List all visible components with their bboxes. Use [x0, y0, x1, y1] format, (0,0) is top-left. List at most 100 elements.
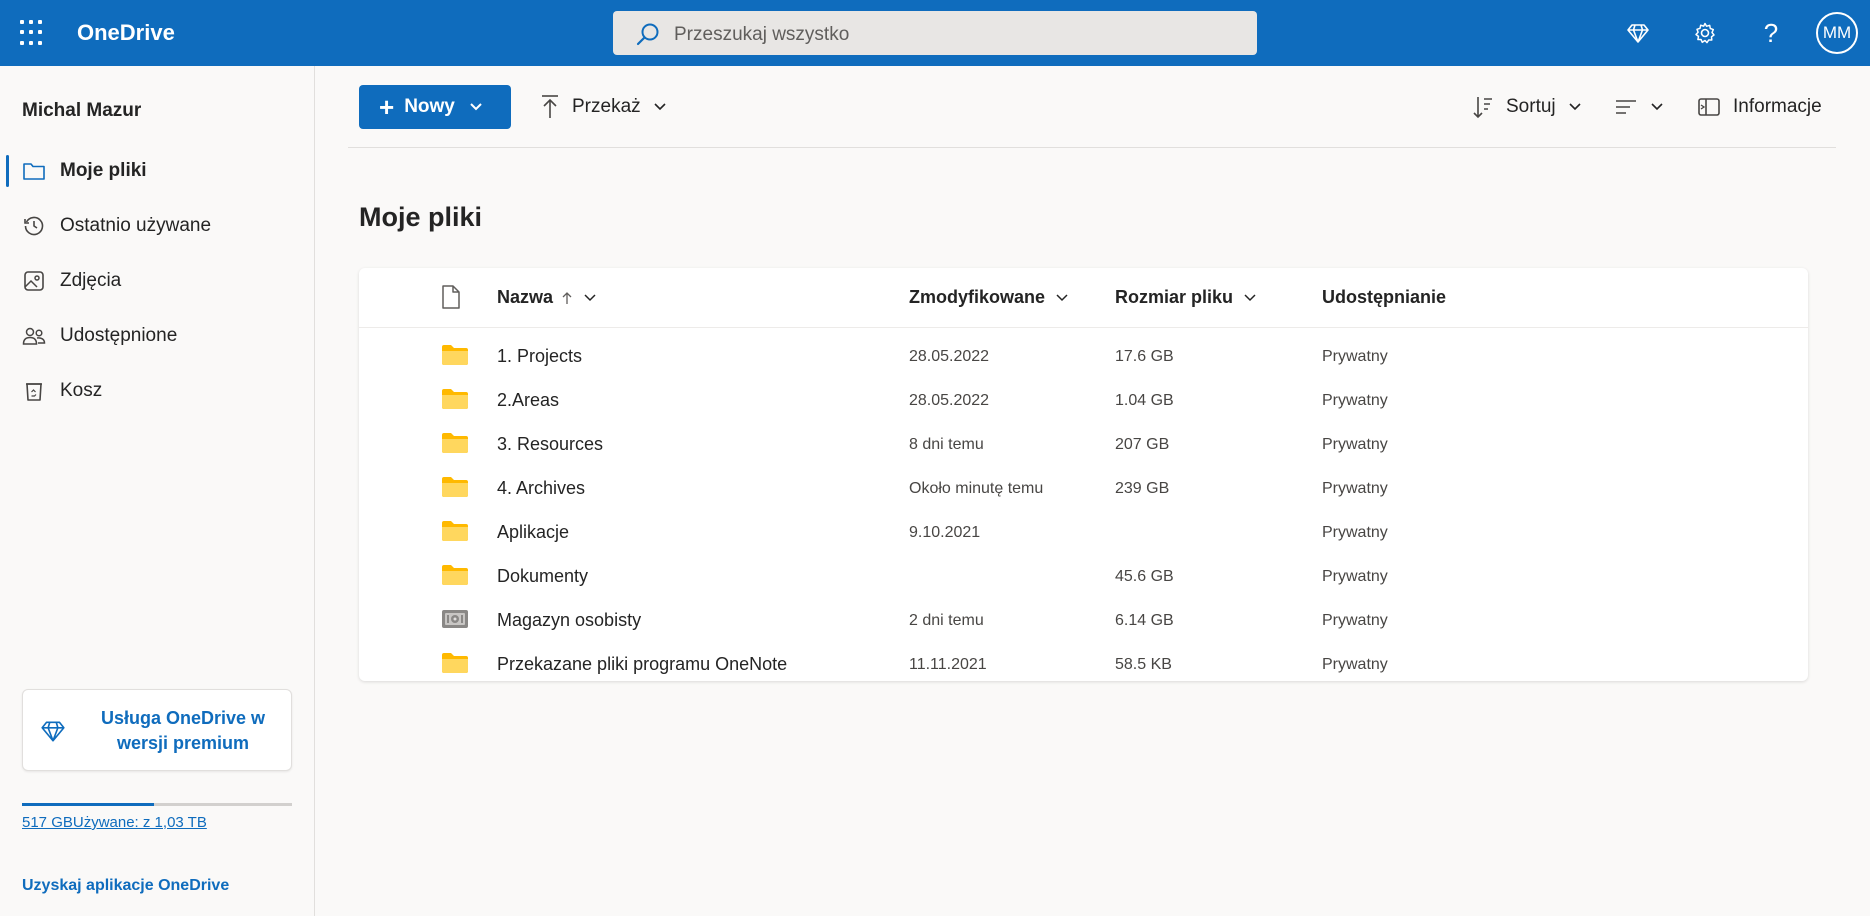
diamond-icon	[41, 721, 65, 742]
file-sharing: Prywatny	[1322, 392, 1388, 409]
file-size: 58.5 KB	[1115, 656, 1172, 673]
file-sharing: Prywatny	[1322, 524, 1388, 541]
file-modified: 8 dni temu	[909, 436, 984, 453]
sidebar-item-label: Ostatnio używane	[60, 215, 212, 236]
folder-icon	[20, 157, 48, 185]
file-modified: Około minutę temu	[909, 480, 1044, 497]
chevron-down-icon	[584, 293, 596, 301]
history-icon	[20, 212, 48, 240]
file-size: 1.04 GB	[1115, 392, 1174, 409]
sidebar-item-photos[interactable]: Zdjęcia	[6, 259, 306, 303]
file-sharing: Prywatny	[1322, 348, 1388, 365]
column-size-label: Rozmiar pliku	[1115, 287, 1234, 307]
photo-icon	[20, 267, 48, 295]
premium-diamond-icon[interactable]	[1621, 16, 1655, 50]
file-name[interactable]: 1. Projects	[497, 346, 582, 367]
chevron-down-icon	[470, 103, 482, 111]
file-sharing: Prywatny	[1322, 612, 1388, 629]
file-modified: 28.05.2022	[909, 348, 990, 365]
file-name[interactable]: 4. Archives	[497, 478, 585, 499]
sidebar-item-shared[interactable]: Udostępnione	[6, 314, 306, 358]
table-row[interactable]: 1. Projects 28.05.2022 17.6 GB Prywatny	[359, 334, 1808, 378]
column-header-sharing[interactable]: Udostępnianie	[1322, 287, 1446, 308]
sidebar-item-label: Udostępnione	[60, 325, 178, 346]
chevron-down-icon	[654, 103, 666, 111]
settings-gear-icon[interactable]	[1688, 16, 1722, 50]
info-pane-icon	[1698, 98, 1720, 116]
folder-icon	[441, 388, 469, 415]
folder-icon	[441, 432, 469, 459]
folder-icon	[441, 652, 469, 679]
chevron-down-icon	[1244, 293, 1256, 301]
table-row[interactable]: 4. Archives Około minutę temu 239 GB Prywat…	[359, 466, 1808, 510]
file-size: 45.6 GB	[1115, 568, 1174, 585]
chevron-down-icon	[1651, 103, 1663, 111]
file-name[interactable]: Aplikacje	[497, 522, 569, 543]
upload-icon	[542, 95, 558, 118]
file-name[interactable]: Magazyn osobisty	[497, 610, 641, 631]
file-name[interactable]: Dokumenty	[497, 566, 588, 587]
upload-label: Przekaż	[572, 96, 641, 117]
table-row[interactable]: Dokumenty 45.6 GB Prywatny	[359, 554, 1808, 598]
sidebar-item-my-files[interactable]: Moje pliki	[6, 149, 306, 193]
file-name[interactable]: 3. Resources	[497, 434, 603, 455]
search-box[interactable]: Przeszukaj wszystko	[613, 11, 1257, 55]
premium-upsell-button[interactable]: Usługa OneDrive w wersji premium	[22, 689, 292, 771]
column-modified-label: Zmodyfikowane	[909, 287, 1046, 307]
file-list-header: Nazwa Zmodyfikowane Rozmiar pliku Udostę…	[359, 268, 1808, 328]
file-modified: 2 dni temu	[909, 612, 984, 629]
sort-button[interactable]: Sortuj	[1472, 90, 1582, 124]
folder-icon	[441, 520, 469, 547]
storage-progress-bar	[22, 803, 292, 806]
new-button-label: Nowy	[404, 96, 455, 117]
sidebar-item-label: Moje pliki	[60, 160, 147, 181]
chevron-down-icon	[1056, 293, 1068, 301]
file-modified: 28.05.2022	[909, 392, 990, 409]
file-type-icon[interactable]	[441, 284, 461, 310]
sidebar-item-recent[interactable]: Ostatnio używane	[6, 204, 306, 248]
info-button[interactable]: Informacje	[1697, 90, 1822, 124]
view-options-button[interactable]	[1614, 90, 1664, 124]
column-sharing-label: Udostępnianie	[1322, 287, 1447, 307]
get-apps-link[interactable]: Uzyskaj aplikacje OneDrive	[22, 877, 229, 895]
top-bar: OneDrive Przeszukaj wszystko ? MM	[0, 0, 1870, 66]
help-icon[interactable]: ?	[1754, 16, 1788, 50]
info-label: Informacje	[1733, 96, 1822, 117]
command-bar-divider	[348, 147, 1836, 148]
file-size: 17.6 GB	[1115, 348, 1174, 365]
table-row[interactable]: Magazyn osobisty 2 dni temu 6.14 GB Prywatn…	[359, 598, 1808, 642]
vault-icon	[441, 608, 469, 635]
sidebar-item-label: Zdjęcia	[60, 270, 122, 291]
file-list: Nazwa Zmodyfikowane Rozmiar pliku Udostę…	[359, 268, 1808, 681]
chevron-down-icon	[1569, 103, 1581, 111]
column-header-modified[interactable]: Zmodyfikowane	[909, 287, 1069, 308]
avatar[interactable]: MM	[1816, 12, 1858, 54]
column-header-name[interactable]: Nazwa	[497, 287, 597, 308]
file-sharing: Prywatny	[1322, 656, 1388, 673]
sidebar-item-recycle-bin[interactable]: Kosz	[6, 369, 306, 413]
folder-icon	[441, 564, 469, 591]
folder-icon	[441, 344, 469, 371]
search-input[interactable]: Przeszukaj wszystko	[674, 24, 849, 46]
file-sharing: Prywatny	[1322, 568, 1388, 585]
column-header-size[interactable]: Rozmiar pliku	[1115, 287, 1257, 308]
file-name[interactable]: 2.Areas	[497, 390, 559, 411]
search-icon	[636, 23, 659, 46]
table-row[interactable]: Aplikacje 9.10.2021 Prywatny	[359, 510, 1808, 554]
file-sharing: Prywatny	[1322, 436, 1388, 453]
sort-icon	[1473, 97, 1492, 119]
file-name[interactable]: Przekazane pliki programu OneNote	[497, 654, 787, 675]
storage-usage-link[interactable]: 517 GBUżywane: z 1,03 TB	[22, 814, 207, 831]
new-button[interactable]: + Nowy	[359, 85, 511, 129]
scrollbar[interactable]	[1852, 150, 1862, 910]
upload-button[interactable]: Przekaż	[540, 90, 667, 124]
page-title: Moje pliki	[359, 202, 483, 232]
table-row[interactable]: Przekazane pliki programu OneNote 11.11.2…	[359, 642, 1808, 686]
app-title[interactable]: OneDrive	[77, 20, 175, 46]
file-modified: 9.10.2021	[909, 524, 981, 541]
file-modified: 11.11.2021	[909, 656, 987, 673]
table-row[interactable]: 2.Areas 28.05.2022 1.04 GB Prywatny	[359, 378, 1808, 422]
recycle-bin-icon	[20, 377, 48, 405]
app-launcher-icon[interactable]	[20, 20, 46, 46]
table-row[interactable]: 3. Resources 8 dni temu 207 GB Prywatny	[359, 422, 1808, 466]
